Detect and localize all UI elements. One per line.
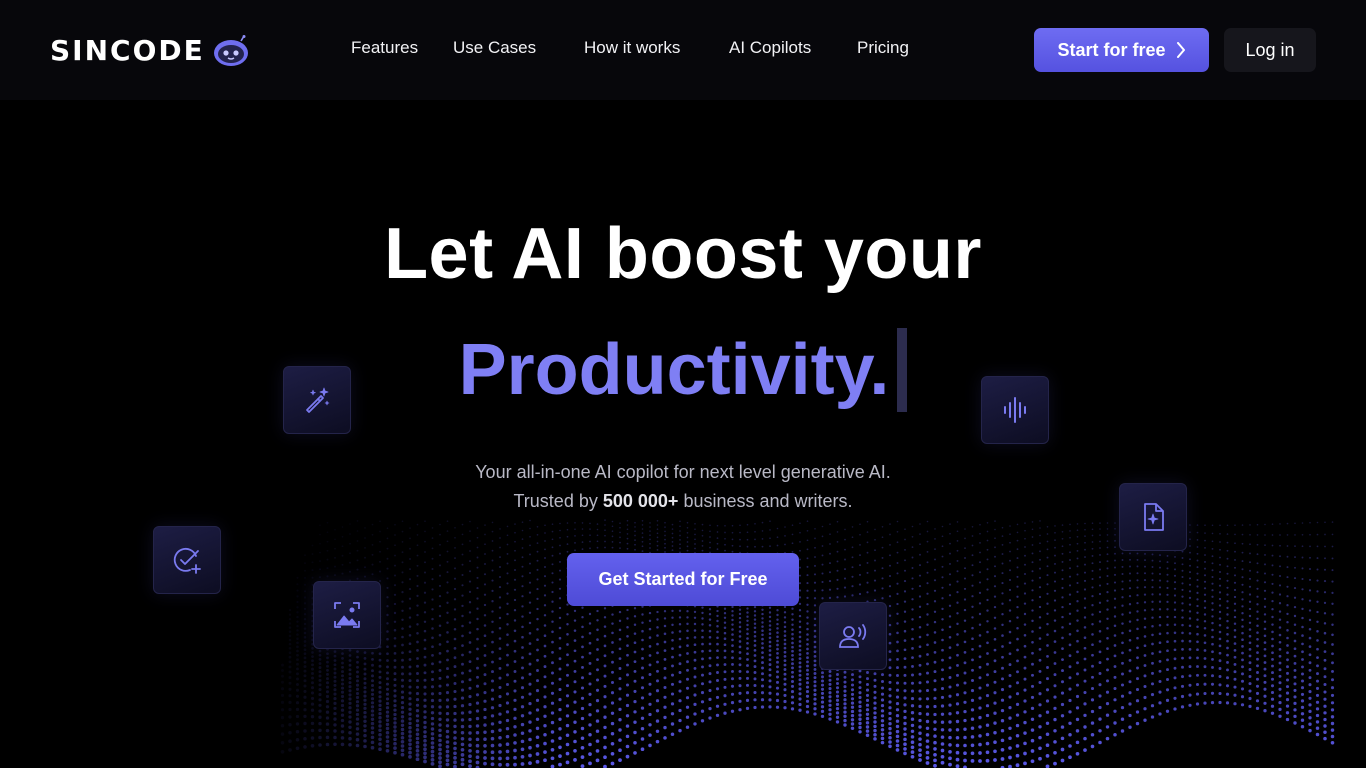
hero-accent-word: Productivity. [0,328,1366,412]
feature-tile-document [1119,483,1187,551]
top-navbar: SINCODE Features Use Cases How it works … [0,0,1366,100]
magic-wand-icon [306,387,330,413]
log-in-button[interactable]: Log in [1224,28,1316,72]
trusted-by-suffix: business and writers. [683,491,853,511]
nav-item-how-it-works[interactable]: How it works [584,38,680,58]
check-add-icon [173,547,201,574]
trusted-by-prefix: Trusted by [513,491,598,511]
nav-item-features[interactable]: Features [351,38,418,58]
trusted-count: 500 000+ [602,491,679,511]
get-started-button[interactable]: Get Started for Free [567,553,799,606]
nav-item-ai-copilots[interactable]: AI Copilots [729,38,811,58]
typing-caret [897,328,908,412]
hero-title: Let AI boost your [384,214,982,294]
feature-tile-magic [283,366,351,434]
feature-tile-check [153,526,221,594]
voice-user-icon [839,624,867,648]
document-sparkle-icon [1144,503,1164,531]
feature-tile-image [313,581,381,649]
feature-tile-audio [981,376,1049,444]
audio-wave-icon [1004,397,1026,423]
image-icon [334,602,360,628]
start-for-free-button[interactable]: Start for free [1034,28,1209,72]
nav-item-use-cases[interactable]: Use Cases [453,38,536,58]
start-for-free-label: Start for free [1057,39,1166,60]
chevron-right-icon [1176,42,1185,58]
feature-tile-voice [819,602,887,670]
nav-item-pricing[interactable]: Pricing [857,38,909,58]
hero-accent-text: Productivity. [458,330,890,410]
